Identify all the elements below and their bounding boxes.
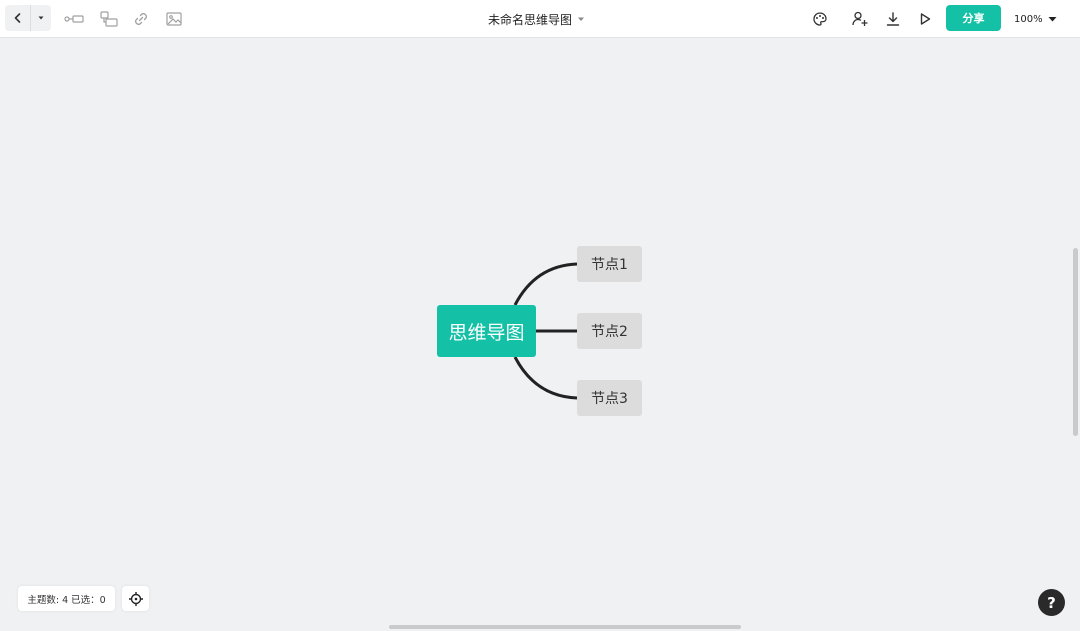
subtopic-node-2[interactable]: 节点2 xyxy=(577,313,642,349)
selected-count: 已选：0 xyxy=(71,594,106,606)
mindmap-connectors xyxy=(513,262,578,400)
topic-count: 主题数: 4 xyxy=(27,594,69,606)
horizontal-scrollbar[interactable] xyxy=(389,625,741,629)
connector-line xyxy=(513,356,578,400)
root-topic-node[interactable]: 思维导图 xyxy=(437,305,536,357)
vertical-scrollbar[interactable] xyxy=(1073,248,1078,436)
crosshair-icon xyxy=(128,591,143,606)
subtopic-node-3[interactable]: 节点3 xyxy=(577,380,642,416)
status-bar: 主题数: 4 已选：0 xyxy=(18,586,115,611)
help-button[interactable]: ? xyxy=(1038,589,1065,616)
subtopic-node-1[interactable]: 节点1 xyxy=(577,246,642,282)
locate-center-button[interactable] xyxy=(122,586,149,611)
connector-line xyxy=(513,262,578,306)
